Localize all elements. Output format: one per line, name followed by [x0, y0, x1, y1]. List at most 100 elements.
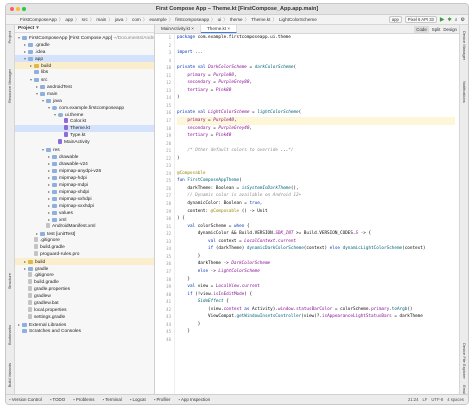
tree-item[interactable]: gradlew.bat [15, 300, 154, 307]
project-panel-header[interactable]: Project ▾ [15, 25, 154, 33]
left-tool-tab[interactable]: Build Variants [7, 363, 12, 387]
code-line[interactable]: private val LightColorScheme = lightColo… [177, 109, 455, 117]
code-line[interactable]: private val DarkColorScheme = darkColorS… [177, 64, 455, 72]
code-line[interactable] [177, 102, 455, 110]
code-line[interactable] [177, 162, 455, 170]
code-line[interactable]: if (!view.isInEditMode) { [177, 291, 455, 299]
tree-item[interactable]: ▸ xml [15, 216, 154, 223]
code-line[interactable]: tertiary = Pink40 [177, 132, 455, 140]
tree-item[interactable]: ▾ java [15, 97, 154, 104]
code-line[interactable]: fun FirstComposeAppTheme( [177, 177, 455, 185]
code-line[interactable]: tertiary = Pink80 [177, 87, 455, 95]
view-mode-design[interactable]: Design [443, 26, 457, 33]
bottom-tool-tab[interactable]: Profiler [154, 397, 171, 402]
right-tool-tab[interactable]: Notifications [462, 81, 467, 103]
tree-item[interactable]: build.gradle [15, 244, 154, 251]
code-line[interactable]: val colorScheme = when { [177, 223, 455, 231]
tree-item[interactable]: ▸ External Libraries [15, 321, 154, 328]
tree-item[interactable]: ▾ app [15, 55, 154, 62]
left-tool-tab[interactable]: Resource Manager [7, 69, 12, 103]
editor-tab[interactable]: Theme.kt × [200, 25, 238, 33]
bottom-tool-tab[interactable]: TODO [50, 397, 66, 402]
breadcrumb-item[interactable]: ui [218, 17, 222, 22]
bottom-tool-tab[interactable]: Terminal [102, 397, 122, 402]
code-line[interactable]: package com.example.firstcomposeapp.ui.t… [177, 34, 455, 42]
tree-item[interactable]: ▸ test [unitTest] [15, 230, 154, 237]
breadcrumb-item[interactable]: main [96, 17, 106, 22]
tree-item[interactable]: local.properties [15, 307, 154, 314]
debug-icon[interactable]: ✱ [448, 17, 452, 23]
code-line[interactable]: ) [177, 94, 455, 102]
tree-item[interactable]: ▸ drawable-v24 [15, 160, 154, 167]
tree-item[interactable]: settings.gradle [15, 314, 154, 321]
run-config-select[interactable]: app [388, 16, 402, 23]
tree-item[interactable]: libs [15, 69, 154, 76]
code-line[interactable]: content: @Composable () -> Unit [177, 208, 455, 216]
settings-icon[interactable]: ⚙ [461, 17, 465, 23]
tree-item[interactable]: proguard-rules.pro [15, 251, 154, 258]
breadcrumb-item[interactable]: LightColorScheme [279, 17, 317, 22]
code-line[interactable]: } [177, 253, 455, 261]
code-line[interactable]: } [177, 328, 455, 336]
breadcrumb-item[interactable]: src [82, 17, 88, 22]
tree-item[interactable]: gradlew [15, 293, 154, 300]
code-line[interactable]: secondary = PurpleGrey80, [177, 79, 455, 87]
code-line[interactable]: // Dynamic color is available on Android… [177, 192, 455, 200]
code-line[interactable]: @Composable [177, 170, 455, 178]
search-icon[interactable]: ⌕ [455, 17, 458, 23]
tree-item[interactable]: Type.kt [15, 132, 154, 139]
code-line[interactable]: primary = Purple40, [177, 117, 455, 125]
right-tool-tab[interactable]: Device Manager [462, 31, 467, 60]
tree-item[interactable]: ▸ values [15, 209, 154, 216]
code-line[interactable]: import ... [177, 49, 455, 57]
tree-item[interactable]: gradle.properties [15, 286, 154, 293]
left-tool-tab[interactable]: Bookmarks [7, 325, 12, 345]
code-line[interactable]: darkTheme -> DarkColorScheme [177, 260, 455, 268]
tree-item[interactable]: ▸ mipmap-xxxhdpi [15, 202, 154, 209]
line-ending[interactable]: LF [422, 397, 427, 402]
code-line[interactable]: } [177, 321, 455, 329]
code-line[interactable]: dynamicColor: Boolean = true, [177, 200, 455, 208]
tree-item[interactable]: ▸ .idea [15, 48, 154, 55]
right-tool-tab[interactable]: Device File Explorer [462, 343, 467, 379]
code-line[interactable] [177, 336, 455, 344]
code-line[interactable]: val view = LocalView.current [177, 283, 455, 291]
code-line[interactable]: val context = LocalContext.current [177, 238, 455, 246]
code-line[interactable]: ViewCompat.getWindowInsetsController(vie… [177, 313, 455, 321]
tree-item[interactable]: ▸ build [15, 258, 154, 265]
tree-item[interactable]: MainActivity [15, 139, 154, 146]
left-tool-tab[interactable]: Project [7, 31, 12, 43]
tree-item[interactable]: ▾ com.example.firstcomposeapp [15, 104, 154, 111]
indent-setting[interactable]: 4 spaces [447, 397, 464, 402]
code-line[interactable] [177, 42, 455, 50]
tree-item[interactable]: Scratches and Consoles [15, 328, 154, 335]
tree-item[interactable]: ▸ androidTest [15, 83, 154, 90]
tree-item[interactable]: ▸ .gradle [15, 41, 154, 48]
tree-item[interactable]: ▸ build [15, 62, 154, 69]
view-mode-code[interactable]: Code [414, 26, 429, 33]
code-line[interactable]: if (darkTheme) dynamicDarkColorScheme(co… [177, 245, 455, 253]
breadcrumb-item[interactable]: Theme.kt [251, 17, 270, 22]
tree-item[interactable]: ▾ src [15, 76, 154, 83]
code-line[interactable]: /* Other default colors to override ...*… [177, 147, 455, 155]
editor-tab[interactable]: MainActivity.kt × [155, 25, 201, 33]
code-line[interactable]: primary = Purple80, [177, 72, 455, 80]
tree-item[interactable]: .gitignore [15, 237, 154, 244]
tree-item[interactable]: ▾ res [15, 146, 154, 153]
tree-item[interactable]: ▸ mipmap-xxhdpi [15, 195, 154, 202]
breadcrumb-item[interactable]: com [132, 17, 141, 22]
code-line[interactable] [177, 57, 455, 65]
code-line[interactable]: darkTheme: Boolean = isSystemInDarkTheme… [177, 185, 455, 193]
run-icon[interactable]: ▶ [440, 16, 445, 23]
breadcrumb-item[interactable]: app [65, 17, 73, 22]
code-line[interactable]: SideEffect { [177, 298, 455, 306]
tree-item[interactable]: Color.kt [15, 118, 154, 125]
left-tool-tab[interactable]: Structure [7, 273, 12, 289]
device-select[interactable]: Pixel 6 API 33 [404, 16, 437, 23]
tree-item[interactable]: ▸ mipmap-xhdpi [15, 188, 154, 195]
code-line[interactable]: else -> LightColorScheme [177, 268, 455, 276]
breadcrumb-item[interactable]: example [149, 17, 166, 22]
code-line[interactable] [177, 140, 455, 148]
code-line[interactable]: (view.context as Activity).window.status… [177, 306, 455, 314]
code-line[interactable]: } [177, 276, 455, 284]
